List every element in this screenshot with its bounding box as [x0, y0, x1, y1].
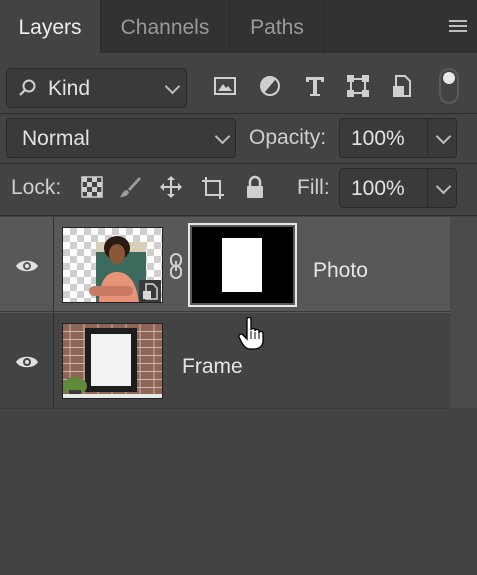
fill-field[interactable]: 100% — [339, 168, 457, 208]
blend-mode-value: Normal — [22, 127, 90, 150]
filter-toggle-icon[interactable] — [439, 68, 459, 104]
chevron-down-icon[interactable] — [435, 128, 452, 145]
opacity-value: 100% — [351, 127, 405, 150]
mask-white-area — [222, 238, 262, 292]
layer-list-scroll-area — [450, 217, 477, 408]
layer-name-frame[interactable]: Frame — [182, 355, 243, 379]
eye-icon[interactable] — [15, 259, 39, 273]
divider — [0, 311, 450, 312]
panel-tab-bar: Layers Channels Paths — [0, 0, 477, 53]
chevron-down-icon — [164, 78, 181, 95]
lock-transparent-pixels-icon[interactable] — [81, 176, 103, 198]
divider — [0, 113, 477, 114]
layer-row-photo[interactable]: Photo — [0, 217, 450, 313]
smart-object-icon — [143, 283, 158, 300]
panel-menu-icon[interactable] — [449, 20, 467, 34]
tab-divider — [324, 0, 325, 53]
visibility-column — [0, 313, 54, 409]
lock-image-pixels-icon[interactable] — [118, 175, 142, 199]
photo-layer-thumbnail[interactable] — [62, 227, 163, 303]
visibility-column — [0, 217, 54, 313]
adjustment-layer-filter-icon[interactable] — [257, 73, 283, 99]
fill-label: Fill: — [297, 176, 330, 199]
opacity-label: Opacity: — [249, 126, 327, 149]
link-icon[interactable] — [168, 253, 184, 279]
divider — [0, 408, 450, 409]
opacity-field[interactable]: 100% — [339, 118, 457, 158]
chevron-down-icon — [214, 128, 231, 145]
hand-cursor-icon — [238, 316, 264, 350]
layer-mask-thumbnail[interactable] — [188, 223, 297, 307]
fill-value: 100% — [351, 177, 405, 200]
layer-name-photo[interactable]: Photo — [313, 259, 368, 283]
smart-object-badge — [139, 280, 161, 302]
lock-position-icon[interactable] — [159, 175, 183, 199]
filter-kind-dropdown[interactable]: Kind — [6, 68, 187, 108]
tab-paths[interactable]: Paths — [230, 0, 324, 53]
chevron-down-icon[interactable] — [435, 178, 452, 195]
blend-mode-dropdown[interactable]: Normal — [6, 118, 236, 158]
layer-row-frame[interactable]: Frame — [0, 313, 450, 409]
tab-layers[interactable]: Layers — [0, 0, 100, 53]
type-layer-filter-icon[interactable] — [302, 73, 328, 99]
lock-label: Lock: — [11, 176, 62, 199]
frame-layer-thumbnail[interactable] — [62, 323, 163, 399]
divider — [0, 215, 477, 216]
lock-all-icon[interactable] — [244, 175, 266, 199]
frame-image-icon — [63, 324, 162, 398]
search-icon — [19, 79, 36, 96]
eye-icon[interactable] — [15, 355, 39, 369]
filter-kind-label: Kind — [48, 77, 91, 100]
pixel-layer-filter-icon[interactable] — [212, 73, 238, 99]
shape-layer-filter-icon[interactable] — [345, 73, 371, 99]
divider — [0, 163, 477, 164]
smart-object-filter-icon[interactable] — [389, 73, 415, 99]
lock-artboard-icon[interactable] — [200, 175, 226, 201]
tab-channels[interactable]: Channels — [101, 0, 229, 53]
